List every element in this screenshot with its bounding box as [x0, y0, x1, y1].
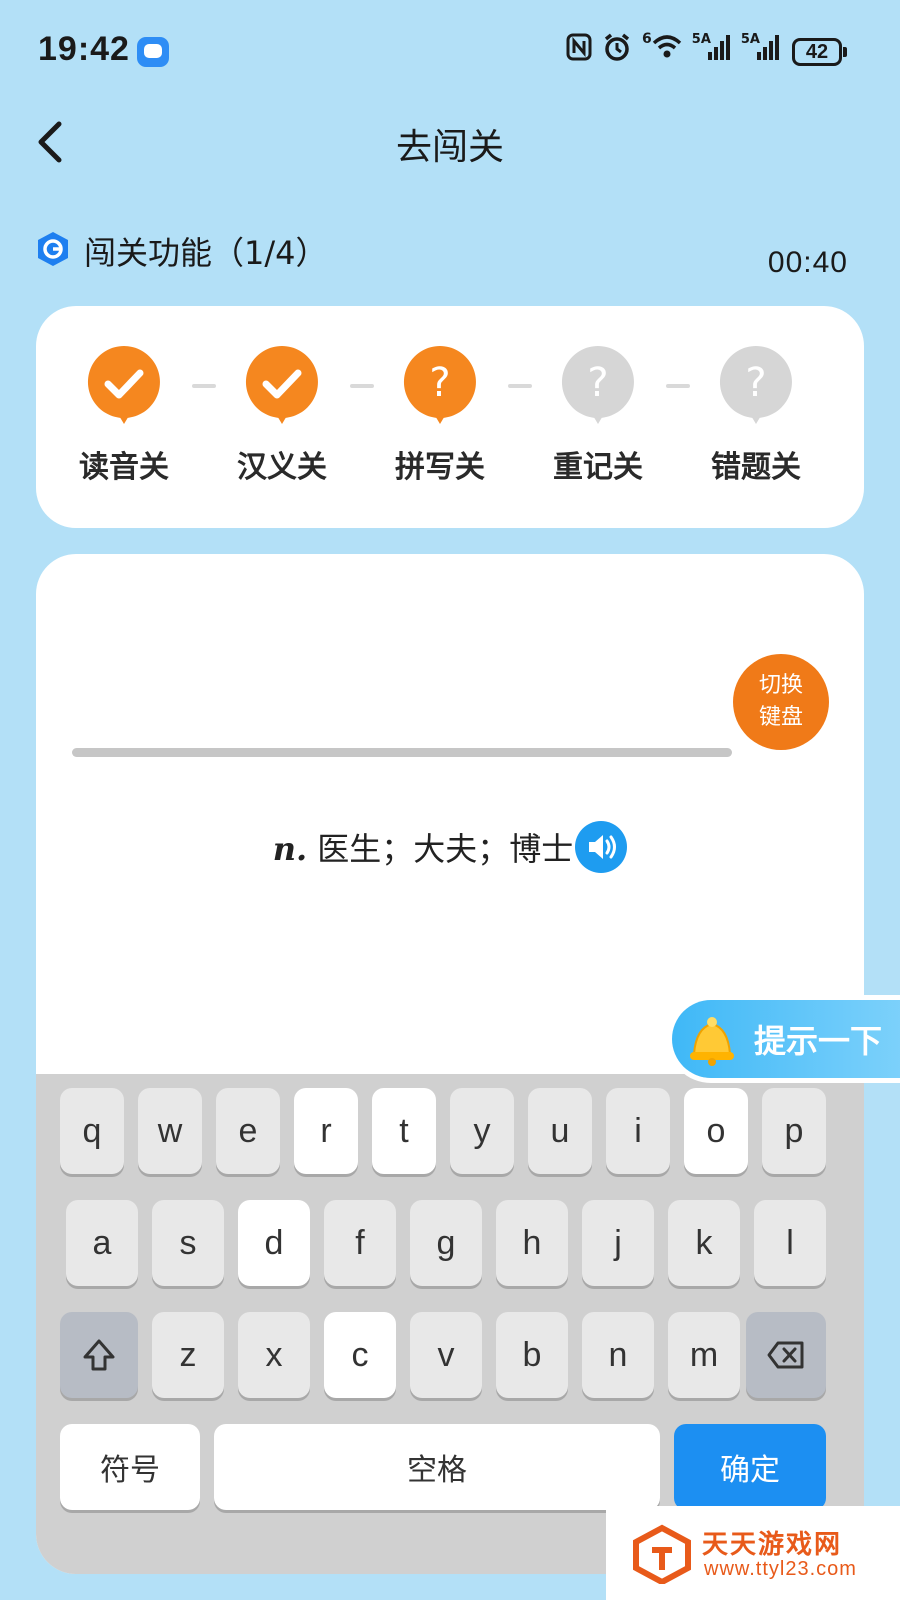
- key-g[interactable]: g: [410, 1200, 482, 1286]
- key-n[interactable]: n: [582, 1312, 654, 1398]
- stage-label: 读音关: [79, 450, 169, 485]
- stage-review[interactable]: ? 重记关: [538, 344, 658, 486]
- watermark-url: www.ttyl23.com: [704, 1558, 857, 1580]
- watermark: 天天游戏网 www.ttyl23.com: [606, 1506, 900, 1600]
- shift-arrow-icon: [83, 1339, 115, 1371]
- stage-label: 错题关: [711, 450, 801, 485]
- key-i[interactable]: i: [606, 1088, 670, 1174]
- symbols-key[interactable]: 符号: [60, 1424, 200, 1510]
- wifi-icon: [652, 35, 681, 58]
- svg-text:?: ?: [745, 360, 766, 406]
- key-y[interactable]: y: [450, 1088, 514, 1174]
- stage-meaning[interactable]: 汉义关: [222, 344, 342, 486]
- check-icon: [87, 346, 160, 424]
- svg-text:?: ?: [429, 360, 450, 406]
- switch-keyboard-label: 切换: [758, 673, 803, 698]
- check-icon: [245, 346, 318, 424]
- switch-keyboard-label: 键盘: [758, 705, 803, 730]
- key-z[interactable]: z: [152, 1312, 224, 1398]
- stage-mistakes[interactable]: ? 错题关: [696, 344, 816, 486]
- status-time: 19:42: [38, 30, 130, 68]
- key-q[interactable]: q: [60, 1088, 124, 1174]
- word-definition: n. 医生；大夫；博士: [36, 821, 864, 877]
- key-e[interactable]: e: [216, 1088, 280, 1174]
- svg-text:?: ?: [587, 360, 608, 406]
- key-l[interactable]: l: [754, 1200, 826, 1286]
- question-mark-icon: ?: [561, 346, 634, 424]
- page-title: 去闯关: [395, 127, 504, 168]
- key-f[interactable]: f: [324, 1200, 396, 1286]
- key-k[interactable]: k: [668, 1200, 740, 1286]
- message-icon: [137, 37, 169, 67]
- key-t[interactable]: t: [372, 1088, 436, 1174]
- part-of-speech: n.: [272, 830, 308, 868]
- key-j[interactable]: j: [582, 1200, 654, 1286]
- key-s[interactable]: s: [152, 1200, 224, 1286]
- keyboard: q w e r t y u i o p a s d f g h j k l z …: [36, 1074, 864, 1574]
- hint-button[interactable]: 提示一下: [672, 1000, 900, 1078]
- answer-input-line[interactable]: [72, 748, 732, 757]
- section-title: 闯关功能（1/4）: [84, 234, 328, 272]
- key-a[interactable]: a: [66, 1200, 138, 1286]
- watermark-name: 天天游戏网: [702, 1530, 843, 1560]
- key-p[interactable]: p: [762, 1088, 826, 1174]
- watermark-logo-icon: [633, 1524, 691, 1584]
- stage-spelling[interactable]: ? 拼写关: [380, 344, 500, 486]
- key-o[interactable]: o: [684, 1088, 748, 1174]
- bell-icon: [690, 1017, 734, 1066]
- confirm-button[interactable]: 确定: [674, 1424, 826, 1510]
- backspace-key[interactable]: [746, 1312, 826, 1398]
- stage-label: 拼写关: [395, 450, 485, 485]
- key-u[interactable]: u: [528, 1088, 592, 1174]
- key-c[interactable]: c: [324, 1312, 396, 1398]
- switch-keyboard-button[interactable]: 切换 键盘: [733, 654, 829, 750]
- key-r[interactable]: r: [294, 1088, 358, 1174]
- stage-label: 汉义关: [237, 450, 327, 485]
- stage-pronunciation[interactable]: 读音关: [64, 344, 184, 486]
- stage-divider: [666, 384, 690, 388]
- key-m[interactable]: m: [668, 1312, 740, 1398]
- shift-key[interactable]: [60, 1312, 138, 1398]
- shield-icon: [38, 232, 68, 266]
- stages-card: 读音关 汉义关 ? 拼写关 ? 重记关 ? 错题关: [36, 306, 864, 528]
- network-label-2: 5A: [740, 31, 760, 47]
- key-w[interactable]: w: [138, 1088, 202, 1174]
- question-mark-icon: ?: [719, 346, 792, 424]
- speaker-icon: [589, 835, 617, 859]
- countdown-timer: 00:40: [767, 246, 848, 279]
- question-mark-icon: ?: [403, 346, 476, 424]
- backspace-icon: [767, 1341, 804, 1369]
- stage-divider: [350, 384, 374, 388]
- space-key[interactable]: 空格: [214, 1424, 660, 1510]
- speaker-button[interactable]: [575, 821, 628, 873]
- stage-label: 重记关: [553, 450, 643, 485]
- definition-text: 医生；大夫；博士: [307, 830, 574, 868]
- alarm-icon: [604, 33, 630, 61]
- key-v[interactable]: v: [410, 1312, 482, 1398]
- wifi-badge: 6: [642, 31, 652, 47]
- key-h[interactable]: h: [496, 1200, 568, 1286]
- nfc-icon: [566, 33, 592, 61]
- network-label-1: 5A: [691, 31, 711, 47]
- hint-label: 提示一下: [754, 1022, 883, 1060]
- status-icons: 6 5A 5A: [566, 31, 780, 62]
- stage-divider: [508, 384, 532, 388]
- stage-divider: [192, 384, 216, 388]
- battery-indicator: 42: [792, 38, 847, 66]
- key-b[interactable]: b: [496, 1312, 568, 1398]
- key-d[interactable]: d: [238, 1200, 310, 1286]
- key-x[interactable]: x: [238, 1312, 310, 1398]
